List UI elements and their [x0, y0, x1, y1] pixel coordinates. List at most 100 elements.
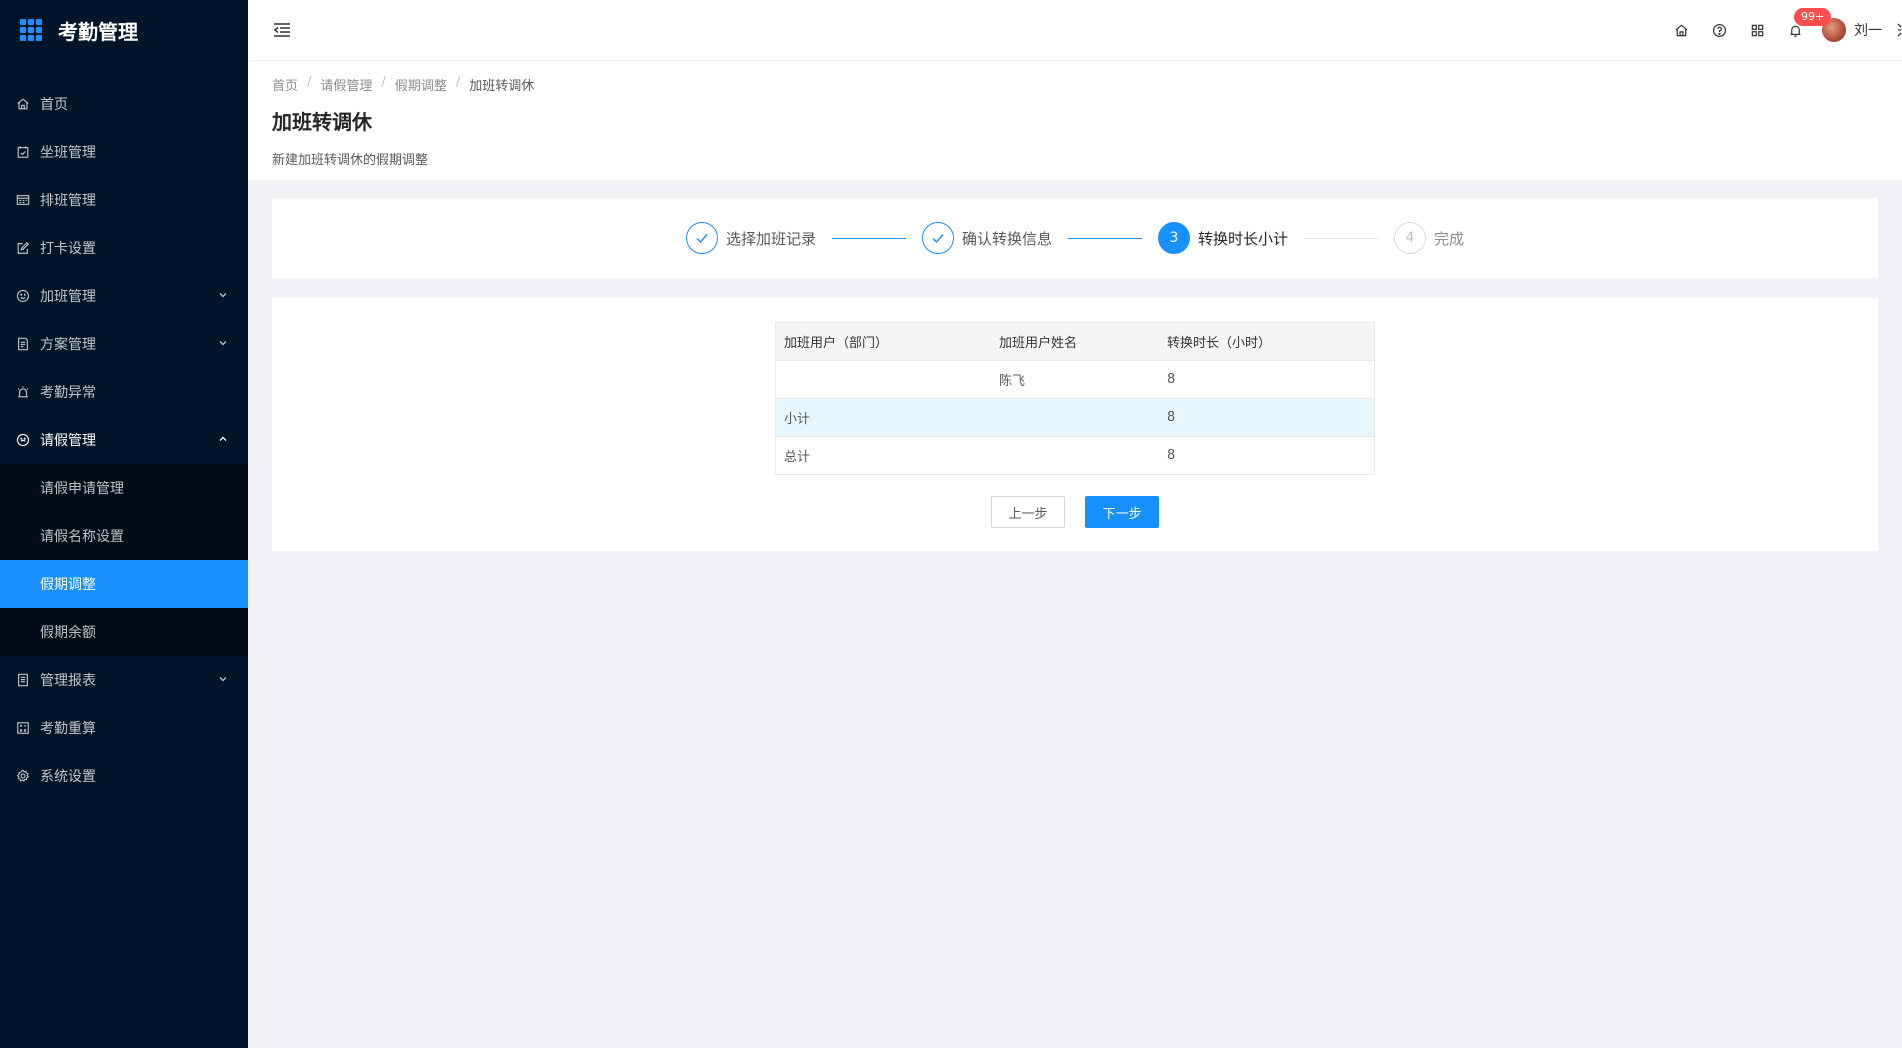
table-cell: 8	[1159, 436, 1375, 475]
calendar-check-icon	[16, 145, 30, 159]
step-4: 4 完成	[1394, 222, 1464, 254]
chevron-up-icon	[219, 436, 227, 441]
alarm-icon	[16, 385, 30, 399]
breadcrumb-separator: /	[381, 75, 386, 90]
header-apps-button[interactable]	[1738, 0, 1776, 60]
table-row: 陈飞 8	[775, 360, 1375, 399]
sidebar-item-holiday-balance[interactable]: 假期余额	[0, 608, 248, 656]
column-header: 加班用户（部门）	[775, 322, 991, 361]
column-header: 转换时长（小时）	[1159, 322, 1375, 361]
step-number: 3	[1158, 222, 1190, 254]
home-icon	[1674, 24, 1688, 36]
sidebar-item-label: 请假申请管理	[40, 481, 124, 497]
chevron-down-icon	[219, 293, 227, 298]
breadcrumb-item[interactable]: 请假管理	[320, 75, 372, 94]
header-home-button[interactable]	[1662, 0, 1700, 60]
summary-table: 加班用户（部门） 加班用户姓名 转换时长（小时） 陈飞 8 小计 8 总计 8	[775, 322, 1375, 475]
step-number: 4	[1394, 222, 1427, 254]
appstore-icon	[1751, 24, 1763, 36]
chevron-down-icon	[219, 341, 227, 346]
sidebar-item-holiday-adjustment[interactable]: 假期调整	[0, 560, 248, 608]
step-title: 选择加班记录	[725, 229, 816, 248]
menu-fold-icon[interactable]	[272, 20, 292, 40]
table-row: 小计 8	[775, 398, 1375, 437]
notification-badge: 99+	[1794, 8, 1832, 26]
home-icon	[16, 97, 30, 111]
app-title: 考勤管理	[58, 19, 138, 44]
table-cell: 小计	[775, 398, 991, 437]
step-connector	[831, 237, 906, 239]
page-title: 加班转调休	[272, 110, 372, 134]
header-actions: 99+ 刘一	[1662, 0, 1902, 60]
header-help-button[interactable]	[1700, 0, 1738, 60]
sidebar-item-recalculate[interactable]: 考勤重算	[0, 704, 248, 752]
step-buttons: 上一步 下一步	[272, 496, 1878, 528]
sidebar-item-label: 系统设置	[40, 769, 96, 785]
step-2: 确认转换信息	[921, 222, 1052, 254]
breadcrumb-current: 加班转调休	[469, 79, 535, 94]
step-title: 完成	[1434, 229, 1465, 248]
table-cell: 8	[1159, 398, 1375, 437]
schedule-icon	[16, 193, 30, 207]
sidebar-item-label: 假期调整	[40, 577, 96, 593]
prev-step-button[interactable]: 上一步	[991, 496, 1065, 528]
question-icon	[1712, 23, 1726, 37]
steps-card: 选择加班记录 确认转换信息 3 转换时长小计 4 完成	[272, 198, 1878, 278]
smile-icon	[16, 289, 30, 303]
calculator-icon	[16, 721, 30, 735]
sidebar: 考勤管理 首页 坐班管理 排班管理 打卡设置 加班管理 方案管理 考勤异常 请假…	[0, 0, 248, 1048]
sidebar-menu: 首页 坐班管理 排班管理 打卡设置 加班管理 方案管理 考勤异常 请假管理 请假…	[0, 80, 248, 800]
logo[interactable]: 考勤管理	[0, 0, 248, 60]
table-cell: 陈飞	[990, 360, 1160, 399]
username[interactable]: 刘一	[1854, 20, 1882, 40]
sidebar-item-label: 管理报表	[40, 673, 96, 689]
sidebar-item-leave-application[interactable]: 请假申请管理	[0, 464, 248, 512]
breadcrumb-separator: /	[455, 75, 461, 90]
sidebar-item-label: 排班管理	[40, 193, 96, 209]
sidebar-item-plan[interactable]: 方案管理	[0, 320, 248, 368]
sidebar-item-system-settings[interactable]: 系统设置	[0, 752, 248, 800]
sidebar-item-label: 首页	[40, 97, 68, 113]
header-notification-button[interactable]: 99+	[1776, 0, 1832, 60]
step-title: 确认转换信息	[961, 229, 1052, 248]
sidebar-item-leave[interactable]: 请假管理	[0, 416, 248, 464]
more-icon[interactable]	[1890, 21, 1902, 39]
main-area: 99+ 刘一 首页 / 请假管理 / 假期调整 / 加班转调休 加班转调休 新建…	[248, 0, 1902, 1048]
apps-grid-icon	[20, 19, 42, 41]
table-cell: 8	[1159, 360, 1375, 399]
sidebar-item-leave-name-settings[interactable]: 请假名称设置	[0, 512, 248, 560]
next-step-button[interactable]: 下一步	[1085, 496, 1159, 528]
breadcrumb-item[interactable]: 首页	[272, 75, 298, 94]
sidebar-item-office[interactable]: 坐班管理	[0, 128, 248, 176]
summary-card: 加班用户（部门） 加班用户姓名 转换时长（小时） 陈飞 8 小计 8 总计 8 …	[272, 298, 1878, 551]
sidebar-item-label: 打卡设置	[40, 241, 96, 257]
gear-icon	[16, 769, 30, 783]
breadcrumb-item[interactable]: 假期调整	[395, 75, 447, 94]
chevron-down-icon	[219, 677, 227, 682]
sidebar-item-label: 假期余额	[40, 625, 96, 641]
table-cell	[990, 398, 1160, 437]
top-header: 99+ 刘一	[248, 0, 1902, 61]
table-cell: 总计	[775, 436, 991, 475]
sidebar-item-label: 请假管理	[40, 433, 96, 449]
sidebar-item-home[interactable]: 首页	[0, 80, 248, 128]
step-connector	[1304, 237, 1379, 239]
leave-submenu: 请假申请管理 请假名称设置 假期调整 假期余额	[0, 464, 248, 656]
sidebar-item-attendance-exception[interactable]: 考勤异常	[0, 368, 248, 416]
clock-icon	[16, 433, 30, 447]
sidebar-item-overtime[interactable]: 加班管理	[0, 272, 248, 320]
table-header-row: 加班用户（部门） 加班用户姓名 转换时长（小时）	[775, 322, 1375, 361]
edit-icon	[16, 241, 30, 255]
sidebar-item-schedule[interactable]: 排班管理	[0, 176, 248, 224]
sidebar-item-reports[interactable]: 管理报表	[0, 656, 248, 704]
column-header: 加班用户姓名	[990, 322, 1160, 361]
breadcrumb-separator: /	[307, 75, 312, 90]
step-1: 选择加班记录	[685, 222, 816, 254]
file-icon	[16, 337, 30, 351]
sidebar-item-punch-settings[interactable]: 打卡设置	[0, 224, 248, 272]
step-title: 转换时长小计	[1198, 229, 1289, 248]
sidebar-item-label: 方案管理	[40, 337, 96, 353]
content: 选择加班记录 确认转换信息 3 转换时长小计 4 完成 加班用户（部门） 加班用…	[248, 180, 1902, 569]
sidebar-item-label: 加班管理	[40, 289, 96, 305]
report-icon	[16, 673, 30, 687]
